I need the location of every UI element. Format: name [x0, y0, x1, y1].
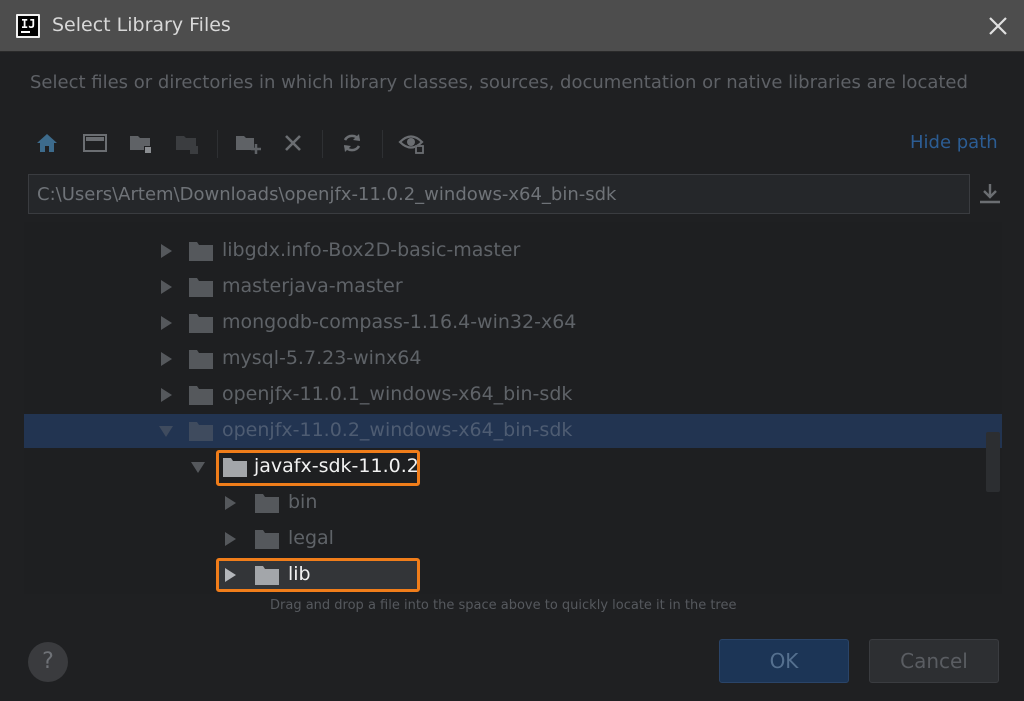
expand-arrow-icon[interactable]: [158, 387, 174, 403]
intellij-icon: IJ: [16, 14, 40, 38]
tree-item-label: libgdx.info-Box2D-basic-master: [222, 239, 521, 261]
ok-button[interactable]: OK: [719, 639, 849, 683]
collapse-arrow-icon[interactable]: [190, 459, 206, 475]
expand-arrow-icon[interactable]: [158, 315, 174, 331]
tree-item-label: mysql-5.7.23-winx64: [222, 347, 422, 369]
tree-item-selected[interactable]: openjfx-11.0.2_windows-x64_bin-sdk: [24, 414, 1002, 448]
expand-arrow-icon[interactable]: [222, 567, 238, 583]
tree-item-label: javafx-sdk-11.0.2: [254, 455, 419, 477]
tree-item[interactable]: legal: [24, 522, 1002, 556]
drag-drop-hint: Drag and drop a file into the space abov…: [270, 598, 737, 613]
new-folder-icon[interactable]: [232, 128, 262, 158]
tree-item[interactable]: lib: [24, 558, 1002, 592]
hide-path-link[interactable]: Hide path: [910, 132, 998, 153]
refresh-icon[interactable]: [337, 128, 367, 158]
tree-item[interactable]: mongodb-compass-1.16.4-win32-x64: [24, 306, 1002, 340]
expand-arrow-icon[interactable]: [158, 243, 174, 259]
title-bar: IJ Select Library Files: [0, 0, 1024, 52]
folder-icon: [189, 242, 213, 261]
show-hidden-icon[interactable]: [397, 128, 427, 158]
folder-icon: [189, 350, 213, 369]
folder-icon: [189, 278, 213, 297]
folder-icon: [189, 422, 213, 441]
tree-item-label: masterjava-master: [222, 275, 403, 297]
folder-icon: [189, 314, 213, 333]
folder-icon: [255, 530, 279, 549]
project-folder-icon[interactable]: [126, 128, 156, 158]
tree-item-label: mongodb-compass-1.16.4-win32-x64: [222, 311, 577, 333]
path-input[interactable]: [28, 174, 970, 214]
folder-icon: [255, 566, 279, 585]
tree-item-label: openjfx-11.0.2_windows-x64_bin-sdk: [222, 419, 573, 441]
highlight-box: [216, 558, 420, 592]
select-library-files-dialog: IJ Select Library Files Select files or …: [0, 0, 1024, 701]
expand-arrow-icon[interactable]: [222, 495, 238, 511]
expand-arrow-icon[interactable]: [222, 531, 238, 547]
close-icon[interactable]: [982, 10, 1014, 42]
home-icon[interactable]: [32, 128, 62, 158]
tree-item[interactable]: libgdx.info-Box2D-basic-master: [24, 234, 1002, 268]
tree-item[interactable]: mysql-5.7.23-winx64: [24, 342, 1002, 376]
expand-arrow-icon[interactable]: [158, 351, 174, 367]
tree-item-label: lib: [288, 563, 311, 585]
dialog-description: Select files or directories in which lib…: [30, 72, 968, 93]
collapse-arrow-icon[interactable]: [158, 423, 174, 439]
file-tree[interactable]: libgdx.info-Box2D-basic-master masterjav…: [24, 222, 1002, 594]
dialog-title: Select Library Files: [52, 14, 231, 36]
tree-item[interactable]: bin: [24, 486, 1002, 520]
help-button[interactable]: ?: [28, 642, 68, 682]
tree-item[interactable]: masterjava-master: [24, 270, 1002, 304]
tree-item-label: openjfx-11.0.1_windows-x64_bin-sdk: [222, 383, 573, 405]
tree-item[interactable]: openjfx-11.0.1_windows-x64_bin-sdk: [24, 378, 1002, 412]
folder-icon: [223, 458, 247, 477]
tree-item-label: legal: [288, 527, 334, 549]
tree-item[interactable]: javafx-sdk-11.0.2: [24, 450, 1002, 486]
file-chooser-toolbar: Hide path: [24, 118, 1004, 168]
cancel-button[interactable]: Cancel: [869, 639, 999, 683]
tree-item-label: bin: [288, 491, 318, 513]
download-icon[interactable]: [974, 178, 1006, 210]
tree-scrollbar[interactable]: [986, 432, 1000, 492]
delete-icon[interactable]: [278, 128, 308, 158]
desktop-icon[interactable]: [80, 128, 110, 158]
folder-icon: [255, 494, 279, 513]
folder-icon: [189, 386, 213, 405]
expand-arrow-icon[interactable]: [158, 279, 174, 295]
module-folder-icon[interactable]: [172, 128, 202, 158]
